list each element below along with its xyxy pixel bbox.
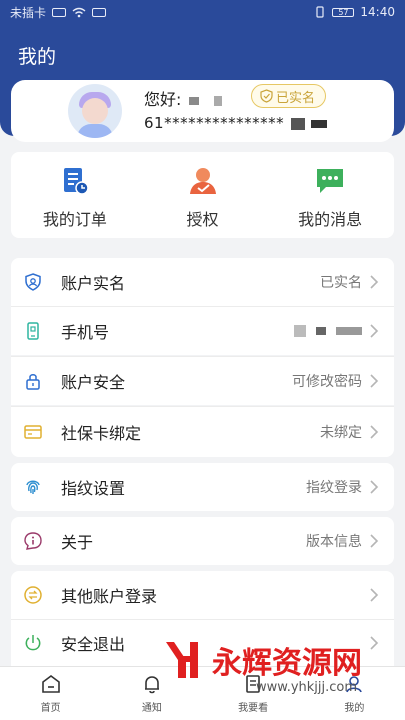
shortcuts-card: 我的订单 授权 我的消息 [11,152,394,238]
shortcut-messages-label: 我的消息 [298,210,363,229]
name-redaction [188,96,199,105]
badge-text: 已实名 [276,90,316,106]
watermark: 永辉资源网 www.yhkjjj.com [160,634,400,720]
menu-account-security[interactable]: 账户安全 可修改密码 [11,357,394,405]
chevron-right-icon [370,374,379,388]
id-shield-icon [25,273,41,291]
card-icon [24,425,42,439]
chevron-right-icon [370,275,379,289]
menu-account-security-value: 可修改密码 [292,374,362,390]
battery-icon: 57 [332,7,355,17]
masked-phone-text: 61*************** [144,114,285,132]
realname-badge: 已实名 [251,84,327,108]
status-bar: 未插卡 57 14:40 [0,0,405,24]
menu-about-value: 版本信息 [306,534,362,550]
mobile-phone-icon [27,322,39,340]
chevron-right-icon [370,588,379,602]
clock-text: 14:40 [360,5,395,19]
home-icon [41,675,60,693]
fingerprint-icon [26,480,40,494]
power-icon [25,635,41,651]
nfc-icon [92,7,107,17]
profile-card[interactable]: 您好: 已实名 61*************** [11,80,394,142]
sim-icon [52,7,67,17]
chevron-right-icon [370,324,379,338]
menu-social-card-label: 社保卡绑定 [61,424,142,443]
watermark-text: 永辉资源网 [212,646,362,681]
menu-account-realname[interactable]: 账户实名 已实名 [11,258,394,306]
phone-redaction [291,117,306,130]
menu-social-card[interactable]: 社保卡绑定 未绑定 [11,407,394,457]
menu-account-realname-label: 账户实名 [61,274,126,293]
menu-other-login[interactable]: 其他账户登录 [11,571,394,619]
chevron-right-icon [370,425,379,439]
phone-redaction [310,119,327,128]
menu-account-realname-value: 已实名 [320,275,362,291]
watermark-url: www.yhkjjj.com [256,680,358,695]
menu-about-label: 关于 [61,533,94,552]
greeting: 您好: [144,86,222,110]
menu-about[interactable]: 关于 版本信息 [11,517,394,565]
menu-fingerprint-label: 指纹设置 [61,479,126,498]
switch-account-icon [24,586,42,604]
menu-account-security-label: 账户安全 [61,373,126,392]
menu-other-login-label: 其他账户登录 [61,587,158,606]
menu-social-card-value: 未绑定 [320,425,362,441]
lock-icon [26,374,40,390]
carrier-text: 未插卡 [10,5,47,20]
info-icon [24,532,42,550]
page-title: 我的 [18,46,57,68]
menu-phone[interactable]: 手机号 [11,307,394,355]
orders-icon [63,168,89,195]
chevron-right-icon [370,480,379,494]
masked-phone: 61*************** [144,114,327,132]
authorize-icon [189,168,216,194]
menu-fingerprint[interactable]: 指纹设置 指纹登录 [11,463,394,511]
name-redaction [213,95,222,106]
shortcut-authorize-label: 授权 [186,210,219,229]
tab-home[interactable]: 首页 [0,667,101,720]
greeting-text: 您好: [144,90,182,109]
vibrate-icon [316,6,325,18]
verified-shield-icon [260,89,273,103]
menu-fingerprint-value: 指纹登录 [306,480,362,496]
tab-home-label: 首页 [40,703,61,714]
shortcut-messages[interactable]: 我的消息 [266,152,394,238]
phone-redaction [294,325,362,337]
wifi-icon [72,7,86,17]
shortcut-orders-label: 我的订单 [42,210,107,229]
tab-notify-label: 通知 [141,703,162,714]
shortcut-authorize[interactable]: 授权 [139,152,267,238]
avatar[interactable] [68,84,122,138]
chevron-right-icon [370,534,379,548]
watermark-logo-icon [166,642,198,678]
messages-icon [317,169,344,193]
shortcut-orders[interactable]: 我的订单 [11,152,139,238]
menu-phone-label: 手机号 [61,323,110,342]
